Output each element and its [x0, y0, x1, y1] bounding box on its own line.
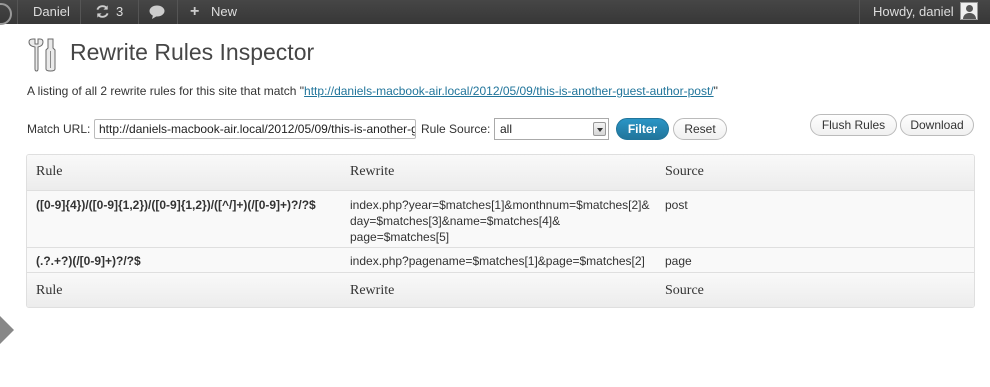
rule-source-label: Rule Source:	[421, 122, 491, 136]
match-url-input[interactable]: http://daniels-macbook-air.local/2012/05…	[94, 119, 416, 139]
rewrite-value: day=$matches[3]&name=$matches[4]&	[350, 214, 561, 228]
chevron-down-icon	[593, 122, 606, 136]
admin-bar-divider	[17, 0, 18, 24]
plus-icon: +	[190, 3, 200, 20]
admin-bar-divider	[859, 0, 860, 24]
flush-rules-button[interactable]: Flush Rules	[810, 114, 897, 136]
rewrite-rules-table: Rule Rewrite Source ([0-9]{4})/([0-9]{1,…	[26, 154, 975, 308]
download-button[interactable]: Download	[900, 114, 974, 136]
rewrite-value: page=$matches[5]	[350, 230, 450, 244]
table-header-row: Rule Rewrite Source	[27, 155, 974, 190]
rewrite-value: index.php?pagename=$matches[1]&page=$mat…	[350, 254, 645, 268]
rewrite-value: index.php?year=$matches[1]&monthnum=$mat…	[350, 198, 650, 212]
avatar[interactable]	[960, 2, 978, 20]
site-name-link[interactable]: Daniel	[33, 0, 70, 24]
rule-source-select[interactable]: all	[494, 118, 609, 140]
intro-text: A listing of all 2 rewrite rules for thi…	[27, 84, 718, 98]
rule-pattern: ([0-9]{4})/([0-9]{1,2})/([0-9]{1,2})/([^…	[36, 198, 316, 212]
refresh-icon	[96, 5, 109, 18]
collapse-menu-tab[interactable]	[0, 316, 14, 344]
source-value: post	[665, 198, 688, 212]
new-label: New	[211, 4, 238, 19]
new-content-link[interactable]: + New	[190, 0, 250, 24]
admin-bar-divider	[177, 0, 178, 24]
match-url-label: Match URL:	[27, 122, 91, 136]
column-footer-rule[interactable]: Rule	[36, 283, 62, 299]
intro-suffix: "	[713, 84, 718, 98]
rule-source-value: all	[500, 122, 513, 136]
rule-pattern: (.?.+?)(/[0-9]+)?/?$	[36, 254, 141, 268]
account-greeting[interactable]: Howdy, daniel	[873, 0, 954, 24]
page-title: Rewrite Rules Inspector	[70, 39, 315, 65]
admin-bar: Daniel 3 + New Howdy, daniel	[0, 0, 990, 25]
source-value: page	[665, 254, 692, 268]
updates-count: 3	[116, 4, 124, 19]
column-footer-rewrite[interactable]: Rewrite	[350, 283, 394, 299]
updates-link[interactable]: 3	[95, 0, 129, 24]
wordpress-logo-icon[interactable]	[0, 0, 14, 25]
table-footer-row: Rule Rewrite Source	[27, 273, 974, 307]
filter-button[interactable]: Filter	[616, 118, 669, 140]
matched-url-link[interactable]: http://daniels-macbook-air.local/2012/05…	[304, 84, 714, 98]
table-row: ([0-9]{4})/([0-9]{1,2})/([0-9]{1,2})/([^…	[27, 191, 974, 247]
table-row: (.?.+?)(/[0-9]+)?/?$ index.php?pagename=…	[27, 248, 974, 272]
reset-button[interactable]: Reset	[673, 118, 727, 140]
column-header-source[interactable]: Source	[665, 164, 704, 180]
column-header-rewrite[interactable]: Rewrite	[350, 164, 394, 180]
admin-bar-divider	[80, 0, 81, 24]
column-header-rule[interactable]: Rule	[36, 164, 62, 180]
comments-link[interactable]	[149, 0, 167, 24]
intro-prefix: A listing of all 2 rewrite rules for thi…	[27, 84, 305, 98]
admin-bar-divider	[138, 0, 139, 24]
column-footer-source[interactable]: Source	[665, 283, 704, 299]
comment-bubble-icon	[149, 5, 165, 19]
tools-icon	[28, 38, 56, 72]
